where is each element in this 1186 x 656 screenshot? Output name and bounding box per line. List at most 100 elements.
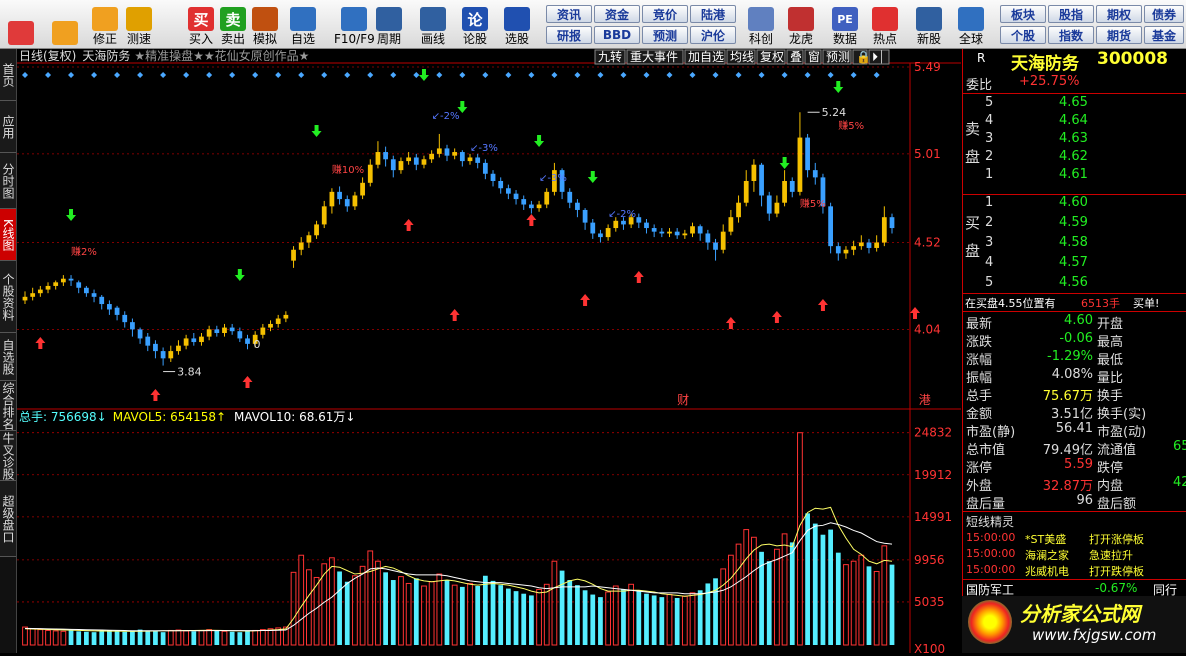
candle-body [513, 193, 519, 200]
toolbar-small-7[interactable]: 沪伦 [690, 26, 736, 44]
sell-level-1[interactable]: 1 4.61 [963, 167, 1186, 185]
pencil-icon [420, 7, 446, 31]
short-genie-title[interactable]: 短线精灵 [966, 513, 1014, 530]
stat-value: 96 [1076, 493, 1093, 508]
toolbar-market-6[interactable]: 期货 [1096, 26, 1142, 44]
toolbar-small-6[interactable]: 预测 [642, 26, 688, 44]
alert-time: 15:00:00 [966, 547, 1016, 560]
volume-bar-down [383, 572, 388, 645]
buy-level-4[interactable]: 4 4.57 [963, 255, 1186, 273]
chart-chip-label: 加自选 [688, 50, 724, 64]
volume-bar-down [835, 552, 841, 645]
toolbar-btn-label: 论股 [462, 32, 487, 46]
candle-body [283, 314, 289, 319]
sidebar-tab-0[interactable]: 首页 [0, 49, 16, 101]
sidebar-tab-5[interactable]: 自选股 [0, 333, 16, 381]
volume-bar-down [245, 630, 250, 645]
stat-row-1: 涨跌 -0.06 最高 [963, 331, 1186, 350]
alert-time: 15:00:00 [966, 531, 1016, 544]
toolbar-btn-9[interactable]: 周期 [376, 2, 402, 46]
volume-bar-down [444, 580, 450, 645]
toolbar-market-2[interactable]: 期权 [1096, 5, 1142, 23]
candle-body [406, 157, 412, 162]
kline-chart-svg[interactable]: 5.49 5.01 4.52 4.04 24832 19912 14991 9956 5035 X… [17, 48, 961, 656]
sidebar-tab-7[interactable]: 牛叉诊股 [0, 431, 16, 481]
toolbar-right-btn-0[interactable]: 科创 [748, 2, 774, 46]
volume-bar-down [122, 631, 128, 645]
toolbar-btn-label: 模拟 [252, 32, 277, 46]
volume-tick-label: 14991 [914, 510, 952, 524]
sell-level-5[interactable]: 5 4.65 [963, 95, 1186, 113]
notice-volume: 6513手 [1081, 297, 1120, 310]
buy-level-2[interactable]: 2 4.59 [963, 215, 1186, 233]
candle-body [490, 173, 496, 181]
sidebar-tab-1[interactable]: 应用 [0, 101, 16, 153]
toolbar-btn-5[interactable]: 卖卖出 [220, 2, 246, 46]
toolbar-right-btn-5[interactable]: 全球 [958, 2, 984, 46]
chart-chip-label: 均线 [730, 50, 754, 64]
toolbar-market-4[interactable]: 个股 [1000, 26, 1046, 44]
sidebar-tab-8[interactable]: 超级盘口 [0, 481, 16, 557]
toolbar-btn-3[interactable]: 测速 [126, 2, 152, 46]
sidebar-tab-4[interactable]: 个股资料 [0, 261, 16, 333]
buy-level-1[interactable]: 1 4.60 [963, 195, 1186, 213]
candle-body [452, 152, 458, 156]
discuss-icon: 论 [462, 7, 488, 31]
candle-body [22, 296, 28, 301]
stat-value: 56.41 [1055, 421, 1093, 436]
toolbar-btn-0[interactable] [8, 2, 34, 46]
sidebar-tab-2[interactable]: 分时图 [0, 153, 16, 209]
toolbar-small-2[interactable]: 竞价 [642, 5, 688, 23]
toolbar-market-7[interactable]: 基金 [1144, 26, 1184, 44]
logo-title: 分析家公式网 [1020, 602, 1140, 626]
annotation-drop_4: ↙-2% [608, 209, 636, 220]
sidebar-tab-6[interactable]: 综合排名 [0, 381, 16, 431]
toolbar-small-5[interactable]: BBD [594, 26, 640, 44]
alert-stock: 兆威机电 [1025, 565, 1069, 578]
toolbar-btn-label: 测速 [126, 32, 151, 46]
sidebar-tab-3[interactable]: K线图 [0, 209, 16, 261]
toolbar-right-btn-4[interactable]: 新股 [916, 2, 942, 46]
toolbar-small-1[interactable]: 资金 [594, 5, 640, 23]
toolbar-btn-11[interactable]: 论论股 [462, 2, 488, 46]
kline-chart-panel[interactable]: 5.49 5.01 4.52 4.04 24832 19912 14991 9956 5035 X… [17, 48, 961, 656]
candle-body [429, 153, 435, 160]
buy-level-3[interactable]: 3 4.58 [963, 235, 1186, 253]
volume-bar-down [91, 632, 97, 645]
sell-level-4[interactable]: 4 4.64 [963, 113, 1186, 131]
price-tick-label: 5.49 [914, 60, 941, 74]
toolbar-btn-6[interactable]: 模拟 [252, 2, 278, 46]
stat-row-8: 涨停 5.59 跌停 [963, 457, 1186, 476]
toolbar-btn-1[interactable] [52, 2, 78, 46]
divider [963, 293, 1186, 294]
toolbar-market-0[interactable]: 板块 [1000, 5, 1046, 23]
toolbar-right-btn-2[interactable]: PE 数据 [832, 2, 858, 46]
divider [963, 511, 1186, 512]
toolbar-small-4[interactable]: 研报 [546, 26, 592, 44]
volume-bar-down [84, 631, 89, 645]
toolbar-btn-label: F10/F9 [334, 32, 375, 46]
toolbar-market-1[interactable]: 股指 [1048, 5, 1094, 23]
toolbar-btn-7[interactable]: 自选 [290, 2, 316, 46]
toolbar-btn-12[interactable]: 选股 [504, 2, 530, 46]
toolbar-btn-8[interactable]: F10/F9 [334, 2, 375, 46]
stat-row-0: 最新 4.60 开盘 [963, 313, 1186, 332]
candle-body [874, 242, 880, 248]
sell-level-3[interactable]: 3 4.63 [963, 131, 1186, 149]
toolbar-small-0[interactable]: 资讯 [546, 5, 592, 23]
toolbar-market-5[interactable]: 指数 [1048, 26, 1094, 44]
toolbar-small-3[interactable]: 陆港 [690, 5, 736, 23]
volume-bar-down [697, 590, 703, 645]
buy-level-5[interactable]: 5 4.56 [963, 275, 1186, 293]
volume-bar-down [130, 630, 135, 645]
toolbar-right-btn-1[interactable]: 龙虎 [788, 2, 814, 46]
toolbar-right-btn-3[interactable]: 热点 [872, 2, 898, 46]
toolbar-btn-4[interactable]: 买买入 [188, 2, 214, 46]
toolbar-market-3[interactable]: 债券 [1144, 5, 1184, 23]
toolbar-btn-10[interactable]: 画线 [420, 2, 446, 46]
candle-body [567, 191, 573, 203]
candle-body [214, 329, 220, 333]
toolbar-btn-2[interactable]: 修正 [92, 2, 118, 46]
volume-bar-down [820, 534, 826, 645]
sell-level-2[interactable]: 2 4.62 [963, 149, 1186, 167]
